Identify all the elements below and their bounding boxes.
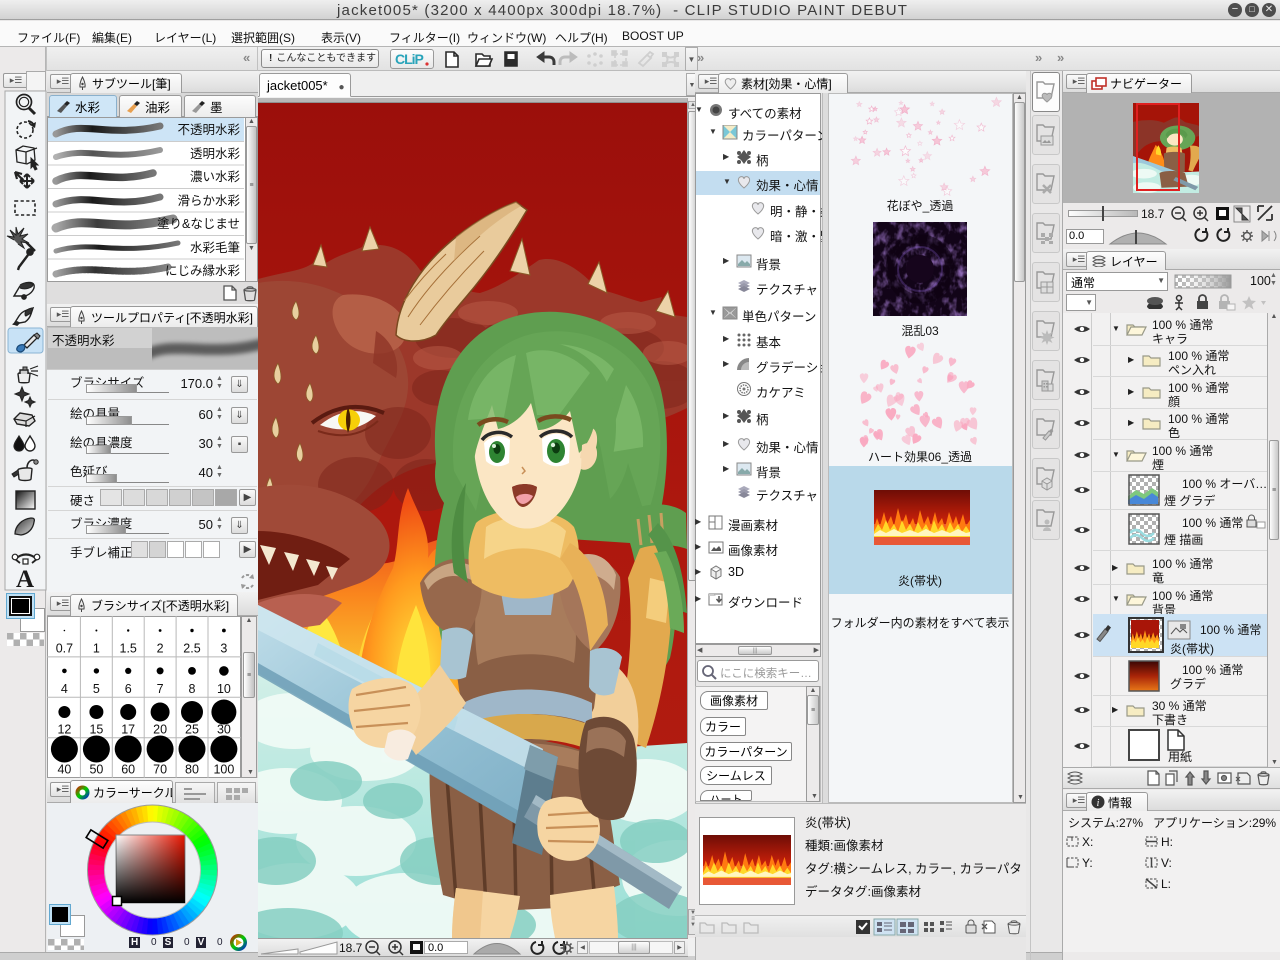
svg-text:12: 12	[57, 722, 71, 736]
svg-text:i: i	[1097, 798, 1100, 809]
svg-text:30: 30	[217, 722, 231, 736]
svg-text:X:: X:	[1082, 835, 1093, 849]
svg-text:不透明水彩: 不透明水彩	[177, 123, 240, 137]
svg-text:5: 5	[93, 682, 100, 696]
svg-text:透明水彩: 透明水彩	[190, 147, 241, 161]
svg-text:17: 17	[121, 722, 135, 736]
svg-text:80: 80	[185, 763, 199, 777]
svg-text:1.5: 1.5	[120, 642, 137, 656]
svg-text:25: 25	[185, 722, 199, 736]
svg-text:塗り&なじませ: 塗り&なじませ	[157, 216, 240, 231]
svg-text:2.5: 2.5	[183, 642, 200, 656]
svg-text:40: 40	[57, 763, 71, 777]
svg-text:7: 7	[157, 682, 164, 696]
svg-text:にじみ縁水彩: にじみ縁水彩	[165, 263, 241, 278]
svg-text:H:: H:	[1161, 835, 1173, 849]
svg-text:V:: V:	[1161, 856, 1172, 870]
svg-text:3: 3	[220, 642, 227, 656]
svg-text:60: 60	[121, 763, 135, 777]
svg-text:4: 4	[61, 682, 68, 696]
svg-text:L:: L:	[1161, 877, 1171, 891]
svg-text:0.7: 0.7	[56, 642, 73, 656]
svg-text:50: 50	[89, 763, 103, 777]
svg-text:6: 6	[125, 682, 132, 696]
svg-text:70: 70	[153, 763, 167, 777]
svg-text:濃い水彩: 濃い水彩	[190, 170, 241, 184]
svg-text:15: 15	[89, 722, 103, 736]
svg-text:Y:: Y:	[1082, 856, 1093, 870]
svg-text:1: 1	[93, 642, 100, 656]
svg-text:水彩毛筆: 水彩毛筆	[190, 241, 240, 255]
svg-text:100: 100	[213, 763, 234, 777]
svg-text:A: A	[16, 566, 34, 593]
svg-text:20: 20	[153, 722, 167, 736]
svg-text:滑らか水彩: 滑らか水彩	[177, 194, 240, 208]
svg-text:10: 10	[217, 682, 231, 696]
svg-text:8: 8	[189, 682, 196, 696]
svg-text:CLiP: CLiP	[395, 51, 424, 67]
svg-text:2: 2	[157, 642, 164, 656]
